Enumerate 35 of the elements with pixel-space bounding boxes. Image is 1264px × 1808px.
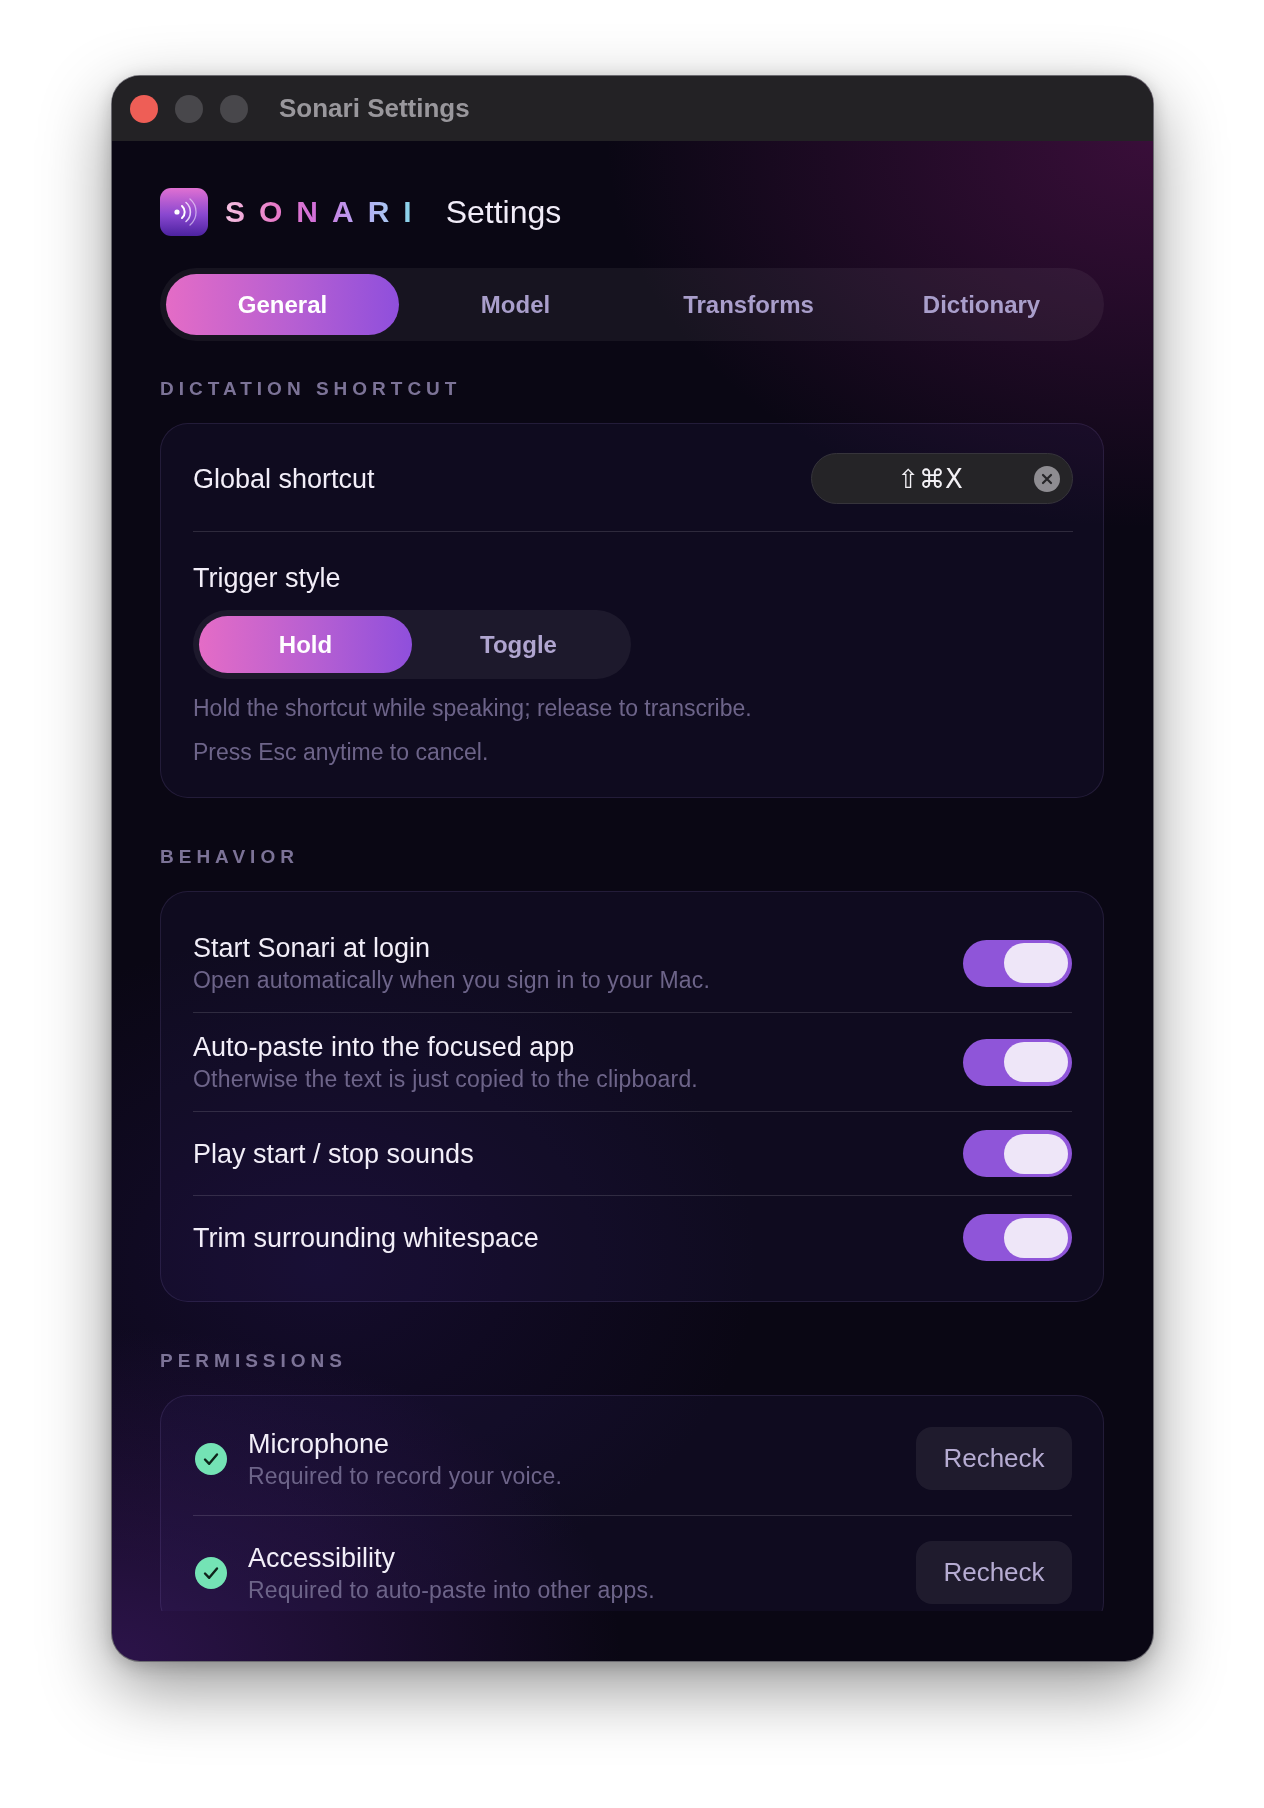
clear-icon[interactable] [1034, 465, 1060, 492]
shortcut-field[interactable]: ⇧⌘X [811, 453, 1073, 504]
permission-name: Microphone [248, 1427, 391, 1460]
permission-name: Accessibility [248, 1541, 397, 1574]
sound-wave-icon [160, 188, 208, 236]
setting-description: Open automatically when you sign in to your Mac. [193, 967, 711, 994]
toggle-switch[interactable] [963, 1130, 1072, 1177]
setting-title: Auto-paste into the focused app [193, 1031, 576, 1063]
hint-text: Hold the shortcut while speaking; release to transcribe. [193, 695, 753, 722]
page-title: Settings [445, 193, 562, 231]
permission-description: Required to auto-paste into other apps. [248, 1576, 656, 1604]
window-title: Sonari Settings [279, 93, 470, 124]
tab[interactable]: Transforms [632, 274, 865, 335]
segment-button[interactable]: Toggle [412, 616, 625, 673]
section-heading: PERMISSIONS [160, 1349, 348, 1373]
segment-button[interactable]: Hold [199, 616, 412, 673]
tab[interactable]: Model [399, 274, 632, 335]
setting-label: Trigger style [193, 562, 342, 594]
close-icon[interactable] [130, 94, 158, 123]
setting-description: Otherwise the text is just copied to the clipboard. [193, 1066, 698, 1093]
permission-description: Required to record your voice. [248, 1462, 564, 1490]
setting-title: Start Sonari at login [193, 932, 432, 964]
hint-text: Press Esc anytime to cancel. [193, 739, 490, 766]
section-heading: DICTATION SHORTCUT [160, 377, 463, 401]
toggle-switch[interactable] [963, 1038, 1072, 1086]
toggle-switch[interactable] [963, 939, 1072, 987]
recheck-button[interactable]: Recheck [916, 1427, 1072, 1490]
toggle-switch[interactable] [963, 1214, 1072, 1261]
recheck-button[interactable]: Recheck [916, 1541, 1072, 1604]
tab[interactable]: General [166, 274, 399, 335]
setting-label: Global shortcut [193, 462, 375, 495]
setting-title: Play start / stop sounds [193, 1137, 474, 1170]
tab[interactable]: Dictionary [865, 274, 1098, 335]
setting-title: Trim surrounding whitespace [193, 1221, 539, 1254]
section-heading: BEHAVIOR [160, 845, 300, 869]
